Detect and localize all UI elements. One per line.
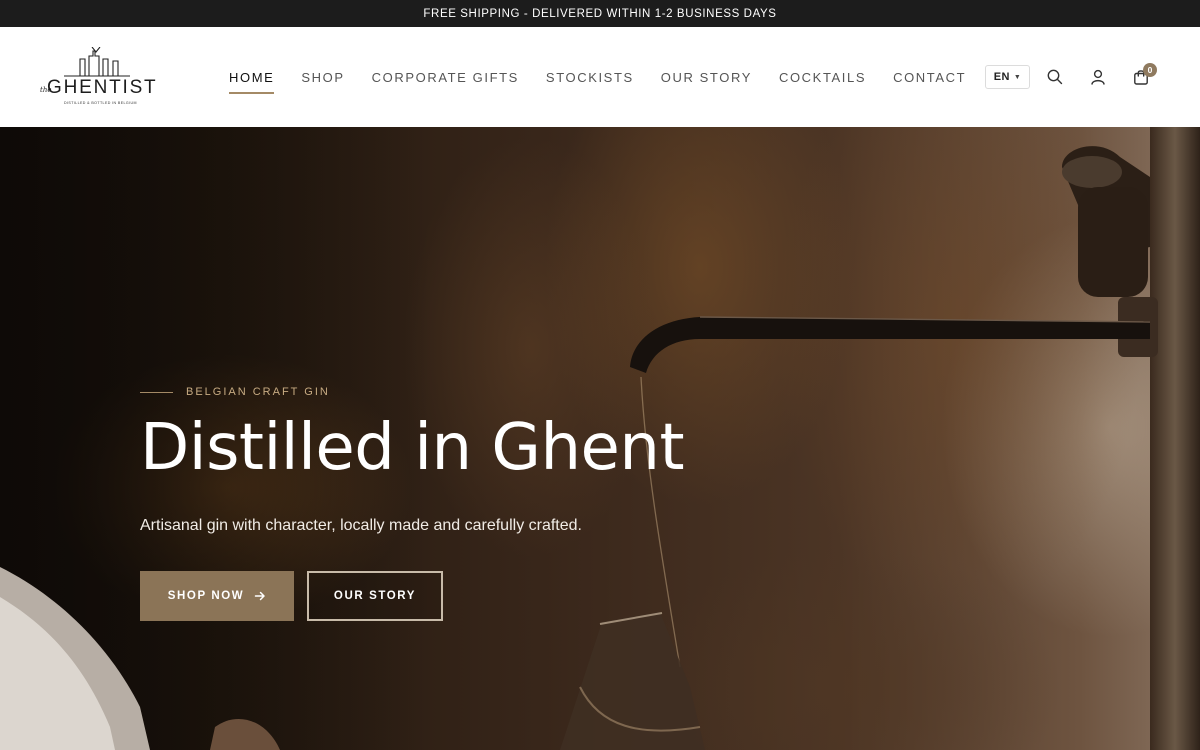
nav-home[interactable]: HOME bbox=[229, 70, 275, 94]
chevron-down-icon: ▼ bbox=[1013, 73, 1022, 81]
logo-tagline: DISTILLED & BOTTLED IN BELGIUM bbox=[64, 101, 137, 105]
nav-our-story[interactable]: OUR STORY bbox=[661, 70, 752, 85]
user-icon[interactable] bbox=[1089, 68, 1107, 86]
hero-subheadline: Artisanal gin with character, locally ma… bbox=[140, 517, 582, 534]
hero-section: BELGIAN CRAFT GIN Distilled in Ghent Art… bbox=[0, 127, 1200, 750]
hero-eyebrow: BELGIAN CRAFT GIN bbox=[140, 386, 330, 398]
language-label: EN bbox=[993, 71, 1010, 83]
our-story-button[interactable]: OUR STORY bbox=[307, 571, 443, 621]
cart-count-badge: 0 bbox=[1143, 63, 1157, 77]
logo[interactable]: the GHENTIST DISTILLED & BOTTLED IN BELG… bbox=[40, 45, 156, 109]
shop-now-button[interactable]: SHOP NOW bbox=[140, 571, 294, 621]
search-icon[interactable] bbox=[1046, 68, 1064, 86]
nav-corporate-gifts[interactable]: CORPORATE GIFTS bbox=[372, 70, 519, 85]
language-selector[interactable]: EN ▼ bbox=[985, 65, 1030, 89]
our-story-label: OUR STORY bbox=[333, 590, 417, 602]
eyebrow-text: BELGIAN CRAFT GIN bbox=[186, 386, 330, 398]
logo-wordmark: GHENTIST bbox=[47, 77, 158, 98]
main-nav: HOME SHOP CORPORATE GIFTS STOCKISTS OUR … bbox=[229, 27, 993, 127]
shop-now-label: SHOP NOW bbox=[167, 590, 245, 602]
nav-shop[interactable]: SHOP bbox=[301, 70, 344, 85]
nav-contact[interactable]: CONTACT bbox=[893, 70, 966, 85]
announcement-text: FREE SHIPPING - DELIVERED WITHIN 1-2 BUS… bbox=[423, 7, 777, 20]
nav-cocktails[interactable]: COCKTAILS bbox=[779, 70, 866, 85]
announcement-bar: FREE SHIPPING - DELIVERED WITHIN 1-2 BUS… bbox=[0, 0, 1200, 27]
site-header: the GHENTIST DISTILLED & BOTTLED IN BELG… bbox=[0, 27, 1200, 127]
skyline-logo-icon bbox=[64, 47, 130, 77]
arrow-right-icon bbox=[254, 591, 265, 601]
hero-headline: Distilled in Ghent bbox=[140, 411, 685, 485]
eyebrow-divider bbox=[140, 391, 173, 393]
nav-stockists[interactable]: STOCKISTS bbox=[546, 70, 634, 85]
